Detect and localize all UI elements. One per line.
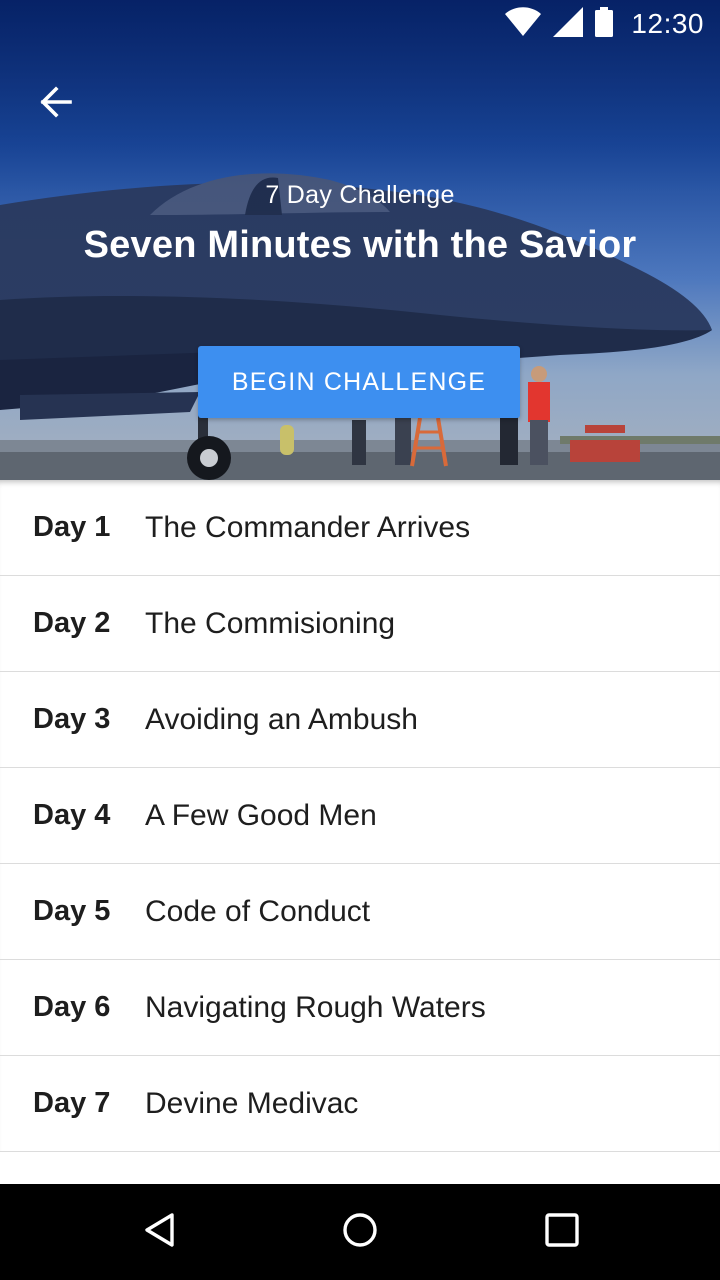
nav-back-button[interactable]	[130, 1202, 190, 1262]
status-time: 12:30	[631, 8, 704, 39]
day-list: Day 1 The Commander Arrives Day 2 The Co…	[0, 480, 720, 1152]
back-button[interactable]	[24, 72, 88, 136]
day-list-item[interactable]: Day 2 The Commisioning	[0, 576, 720, 672]
day-list-item[interactable]: Day 6 Navigating Rough Waters	[0, 960, 720, 1056]
day-list-item[interactable]: Day 5 Code of Conduct	[0, 864, 720, 960]
challenge-subtitle: 7 Day Challenge	[265, 181, 455, 209]
day-title: Devine Medivac	[145, 1087, 359, 1120]
day-list-item[interactable]: Day 7 Devine Medivac	[0, 1056, 720, 1152]
day-number-label: Day 4	[33, 799, 111, 831]
hero-header: 12:30 7 Day Challenge Seven Minutes with…	[0, 0, 720, 480]
wifi-icon	[505, 6, 542, 42]
battery-icon	[595, 6, 614, 42]
day-title: Navigating Rough Waters	[145, 991, 486, 1024]
app-screen: 12:30 7 Day Challenge Seven Minutes with…	[0, 0, 720, 1280]
begin-challenge-button[interactable]: BEGIN CHALLENGE	[198, 346, 520, 418]
day-number-label: Day 3	[33, 703, 111, 735]
challenge-title: Seven Minutes with the Savior	[83, 224, 637, 266]
day-title: Code of Conduct	[145, 895, 371, 928]
system-nav-bar	[0, 1184, 720, 1280]
recents-square-icon	[544, 1212, 580, 1253]
cell-signal-icon	[553, 6, 584, 42]
day-title: The Commander Arrives	[145, 511, 471, 544]
back-triangle-icon	[142, 1212, 178, 1253]
day-number-label: Day 7	[33, 1087, 111, 1119]
day-number-label: Day 5	[33, 895, 111, 927]
day-list-item[interactable]: Day 3 Avoiding an Ambush	[0, 672, 720, 768]
day-title: A Few Good Men	[145, 799, 377, 832]
day-number-label: Day 1	[33, 511, 111, 543]
day-list-item[interactable]: Day 1 The Commander Arrives	[0, 480, 720, 576]
nav-recents-button[interactable]	[532, 1202, 592, 1262]
day-title: Avoiding an Ambush	[145, 703, 418, 736]
day-number-label: Day 6	[33, 991, 111, 1023]
arrow-left-icon	[39, 85, 73, 124]
day-number-label: Day 2	[33, 607, 111, 639]
day-list-item[interactable]: Day 4 A Few Good Men	[0, 768, 720, 864]
day-title: The Commisioning	[145, 607, 396, 640]
status-bar: 12:30	[0, 0, 720, 48]
status-icons: 12:30	[505, 6, 704, 42]
nav-home-button[interactable]	[330, 1202, 390, 1262]
home-circle-icon	[342, 1212, 378, 1253]
